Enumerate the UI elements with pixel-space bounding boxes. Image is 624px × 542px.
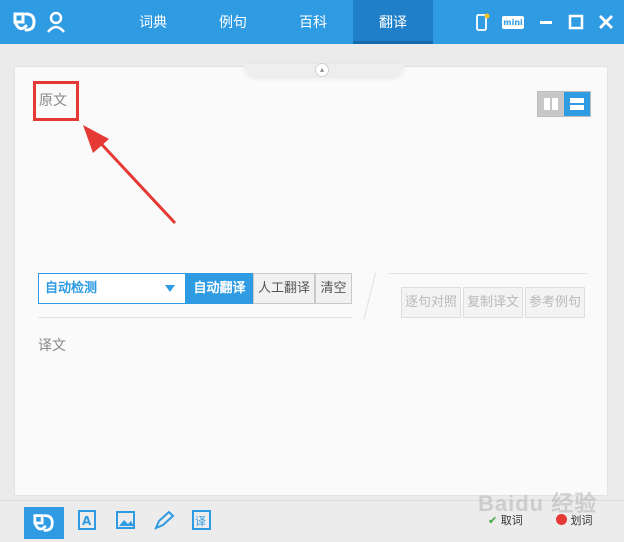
tab-translate[interactable]: 翻译 xyxy=(353,0,433,44)
image-translate-icon[interactable] xyxy=(115,509,137,531)
translate-toolbar: 自动检测 自动翻译 人工翻译 清空 逐句对照 复制译文 参考例句 xyxy=(38,272,585,318)
close-icon[interactable] xyxy=(596,12,616,32)
target-text-area[interactable] xyxy=(31,359,587,484)
dropdown-caret-icon xyxy=(165,285,175,292)
home-logo-icon[interactable] xyxy=(24,507,64,539)
target-label: 译文 xyxy=(38,338,66,354)
phone-icon[interactable] xyxy=(472,12,492,32)
stacked-layout-icon[interactable] xyxy=(564,92,590,116)
sentence-compare-button[interactable]: 逐句对照 xyxy=(401,287,461,318)
pen-translate-icon[interactable] xyxy=(153,509,175,531)
text-translate-icon[interactable]: A xyxy=(77,509,99,531)
copy-translation-button[interactable]: 复制译文 xyxy=(463,287,523,318)
language-select[interactable]: 自动检测 xyxy=(38,273,186,304)
app-logo-icon xyxy=(13,12,36,32)
red-arrow-icon xyxy=(83,125,177,225)
tab-encyclopedia[interactable]: 百科 xyxy=(273,0,353,44)
baidu-watermark: Baidu 经验 xyxy=(478,491,598,516)
tab-dictionary[interactable]: 词典 xyxy=(113,0,193,44)
mini-label: mini xyxy=(502,16,524,29)
svg-text:A: A xyxy=(82,514,92,528)
side-by-side-layout-icon[interactable] xyxy=(538,92,564,116)
language-select-value: 自动检测 xyxy=(45,281,98,296)
mini-mode-button[interactable]: mini xyxy=(502,12,526,32)
app-window: 词典 例句 百科 翻译 mini ▴ 原文 自动检测 自动翻译 人工翻译 清空 … xyxy=(0,0,624,542)
collapse-arrow-icon[interactable]: ▴ xyxy=(315,63,329,77)
clear-button[interactable]: 清空 xyxy=(315,273,352,304)
window-controls: mini xyxy=(472,0,616,44)
translate-tool-icon[interactable]: 译 xyxy=(191,509,213,531)
tab-examples[interactable]: 例句 xyxy=(193,0,273,44)
minimize-icon[interactable] xyxy=(536,12,556,32)
svg-text:译: 译 xyxy=(195,515,206,528)
source-label: 原文 xyxy=(33,81,79,121)
user-icon[interactable] xyxy=(46,11,66,33)
divider xyxy=(38,317,353,318)
layout-toggle xyxy=(537,91,591,117)
app-logo[interactable] xyxy=(12,10,38,34)
title-bar: 词典 例句 百科 翻译 mini xyxy=(0,0,624,44)
main-tabs: 词典 例句 百科 翻译 xyxy=(113,0,433,44)
translate-panel: ▴ 原文 自动检测 自动翻译 人工翻译 清空 逐句对照 复制译文 参考例句 译文 xyxy=(14,63,608,496)
maximize-icon[interactable] xyxy=(566,12,586,32)
auto-translate-button[interactable]: 自动翻译 xyxy=(186,273,253,304)
human-translate-button[interactable]: 人工翻译 xyxy=(253,273,315,304)
reference-examples-button[interactable]: 参考例句 xyxy=(525,287,585,318)
